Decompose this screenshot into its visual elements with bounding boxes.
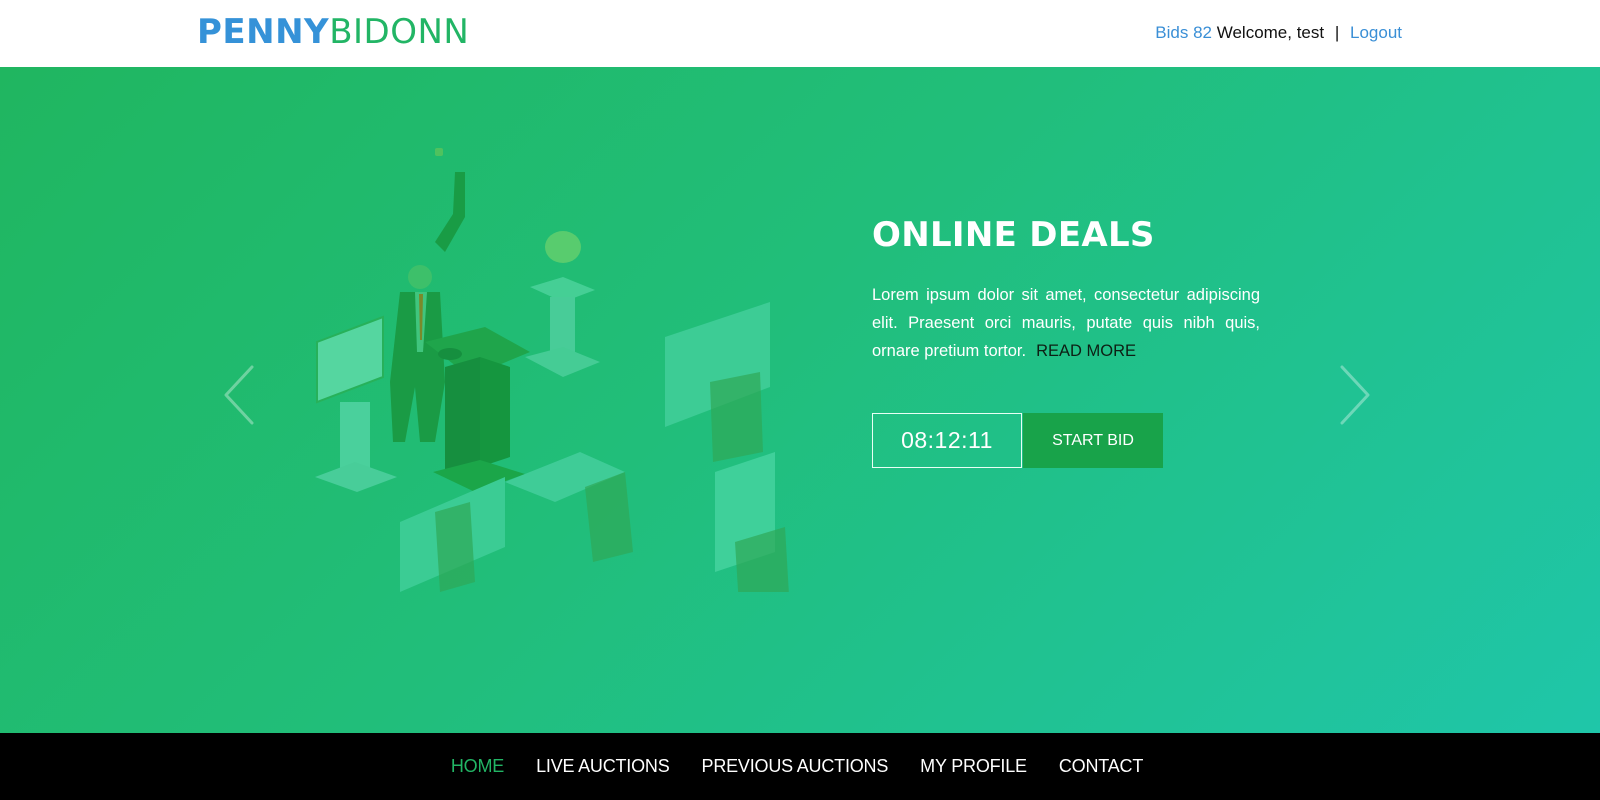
site-header: PENNYBIDONN Bids 82 Welcome, test | Logo… (0, 0, 1600, 67)
hero-slider: ONLINE DEALS Lorem ipsum dolor sit amet,… (0, 67, 1600, 733)
podium (425, 327, 530, 492)
bids-count-link[interactable]: Bids 82 (1155, 23, 1212, 42)
next-slide-button[interactable] (1338, 363, 1378, 427)
countdown-timer: 08:12:11 (872, 413, 1022, 468)
nav-home[interactable]: HOME (451, 756, 504, 777)
nav-contact[interactable]: CONTACT (1059, 756, 1143, 777)
nav-previous-auctions[interactable]: PREVIOUS AUCTIONS (702, 756, 889, 777)
logo-bidonn: BIDONN (329, 12, 470, 52)
site-logo[interactable]: PENNYBIDONN (197, 12, 469, 52)
start-bid-button[interactable]: START BID (1023, 413, 1163, 468)
nav-live-auctions[interactable]: LIVE AUCTIONS (536, 756, 670, 777)
nav-my-profile[interactable]: MY PROFILE (920, 756, 1027, 777)
auction-room-illustration (315, 148, 789, 592)
vase-pedestal (525, 231, 600, 377)
bid-controls: 08:12:11 START BID (872, 413, 1163, 468)
main-nav: HOME LIVE AUCTIONS PREVIOUS AUCTIONS MY … (0, 733, 1600, 800)
hero-content: ONLINE DEALS Lorem ipsum dolor sit amet,… (872, 215, 1260, 365)
read-more-link[interactable]: READ MORE (1036, 342, 1136, 360)
chevron-right-icon (1340, 365, 1370, 425)
separator: | (1334, 23, 1340, 42)
welcome-text: Welcome, test (1216, 23, 1325, 42)
logout-link[interactable]: Logout (1350, 23, 1402, 42)
hero-description: Lorem ipsum dolor sit amet, consectetur … (872, 281, 1260, 365)
user-bar: Bids 82 Welcome, test | Logout (1155, 23, 1402, 43)
monitor-pedestal (315, 315, 397, 492)
prev-slide-button[interactable] (222, 363, 262, 427)
logo-penny: PENNY (197, 12, 330, 52)
chevron-left-icon (224, 365, 254, 425)
hero-title: ONLINE DEALS (872, 215, 1155, 255)
